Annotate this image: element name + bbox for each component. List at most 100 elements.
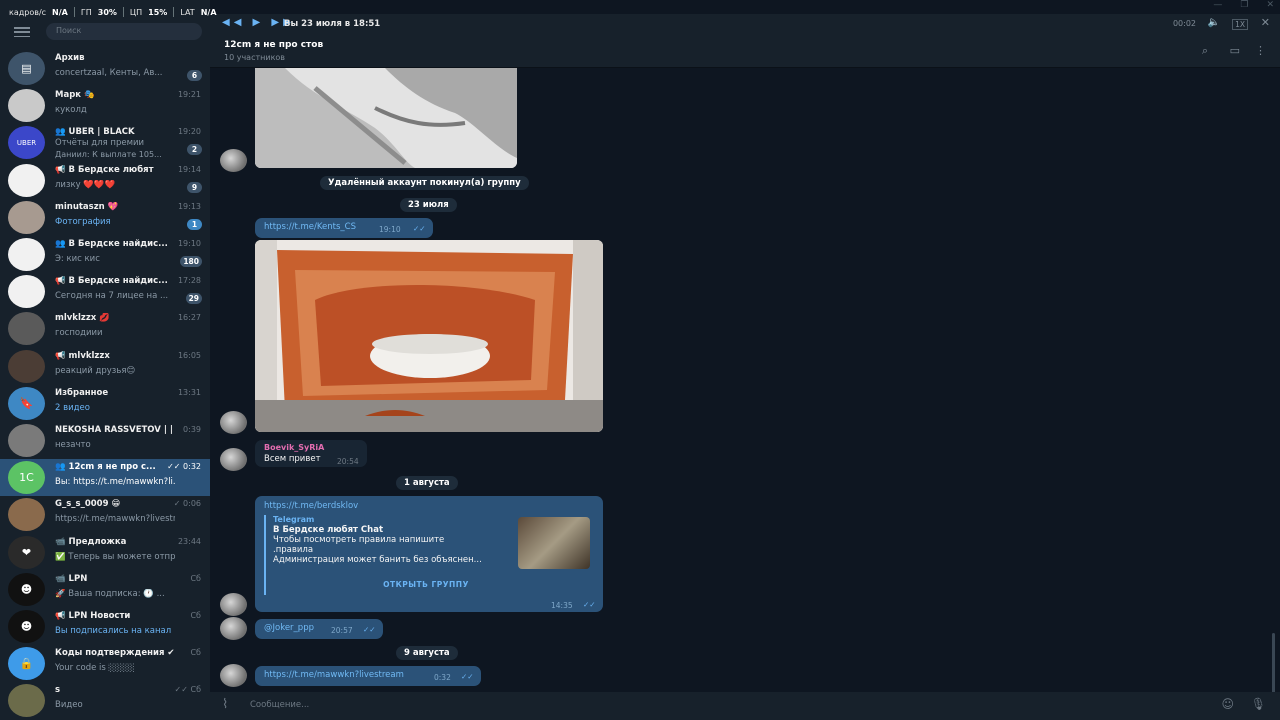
chat-preview: concertzaal, Кенты, Ав... <box>55 68 163 78</box>
link-preview-message[interactable]: https://t.me/berdsklov Telegram В Бердск… <box>255 496 603 612</box>
chat-list-item[interactable]: ❤ 📹 Предложка ✅ Теперь вы можете отпр... 23… <box>0 534 210 571</box>
speed-button[interactable]: 1X <box>1232 19 1248 30</box>
sidebar: Поиск ▤ Архив concertzaal, Кенты, Ав... 6 Ма… <box>0 0 210 720</box>
chat-preview: Сегодня на 7 лицее на ... <box>55 291 169 302</box>
search-icon[interactable]: ⌕ <box>1202 44 1208 58</box>
message-input[interactable]: Сообщение... <box>250 700 309 710</box>
chat-list-item[interactable]: ▤ Архив concertzaal, Кенты, Ав... 6 <box>0 50 210 87</box>
link-message[interactable]: https://t.me/mawwkn?livestream 0:32 ✓✓ <box>255 666 481 686</box>
chat-list-item[interactable]: Марк 🎭 куколд 19:21 <box>0 87 210 124</box>
chat-preview: Отчёты для премии <box>55 138 145 149</box>
read-check-icon: ✓✓ <box>413 224 426 233</box>
search-input[interactable]: Поиск <box>46 23 202 40</box>
chat-avatar: 🔖 <box>8 386 45 420</box>
chat-preview: реакций друзья😊 <box>55 365 136 376</box>
member-avatar[interactable] <box>220 149 247 172</box>
more-icon[interactable]: ⋮ <box>1255 44 1266 57</box>
cpu-label: ЦП <box>129 7 143 17</box>
sender-name[interactable]: Boevik_SyRiA <box>264 443 324 452</box>
chat-name: 📢 В Бердске найдис... <box>55 276 168 287</box>
chat-header[interactable]: 12cm я не про стов 10 участников ⌕ ▭ ⋮ <box>210 36 1280 68</box>
link-preview[interactable]: Telegram В Бердске любят Chat Чтобы посм… <box>264 515 590 595</box>
photo-message[interactable] <box>255 68 517 168</box>
divider <box>173 7 175 17</box>
menu-icon[interactable] <box>14 27 30 37</box>
chat-name: 👥 UBER | BLACK <box>55 127 135 138</box>
emoji-icon[interactable]: ☺ <box>1221 697 1234 711</box>
chat-time: ✓ 0:06 <box>173 499 201 509</box>
chat-name: mlvklzzx 💋 <box>55 313 110 324</box>
chat-preview: Вы: https://t.me/mawwkn?li... <box>55 477 175 488</box>
lat-label: LAT <box>180 7 195 17</box>
message-link[interactable]: https://t.me/Kents_CS <box>264 222 356 232</box>
chat-list-item[interactable]: 👥 В Бердске найдис... Э: кис кис 19:10 180 <box>0 236 210 273</box>
chat-avatar: 🔒 <box>8 647 45 681</box>
chat-list-item[interactable]: UBER 👥 UBER | BLACK Отчёты для премии Дании… <box>0 124 210 161</box>
message-link[interactable]: https://t.me/mawwkn?livestream <box>264 670 404 680</box>
minimize-icon[interactable]: — <box>1213 0 1222 14</box>
chat-list-item[interactable]: minutaszn 💖 Фотография 19:13 1 <box>0 199 210 236</box>
chat-avatar: ☻ <box>8 610 45 643</box>
mention-link[interactable]: @Joker_ppp <box>264 623 314 633</box>
chat-list-item[interactable]: 1C 👥 12cm я не про с... Вы: https://t.me/m… <box>0 459 210 497</box>
close-window-icon[interactable]: ✕ <box>1266 0 1274 14</box>
chat-list-item[interactable]: ☻ 📹 LPN 🚀 Ваша подписка: 🕐 ... Сб <box>0 571 210 608</box>
chat-list-item[interactable]: s Видео ✓✓ Сб <box>0 682 210 719</box>
sidebar-toggle-icon[interactable]: ▭ <box>1230 44 1240 57</box>
message-composer: ⌇ Сообщение... ☺ 🎙 <box>210 692 1280 720</box>
member-avatar[interactable] <box>220 593 247 616</box>
chat-list-item[interactable]: 📢 В Бердске любят лизку ❤️❤️❤️ 19:14 9 <box>0 162 210 199</box>
member-avatar[interactable] <box>220 448 247 471</box>
chat-list-item[interactable]: 🔒 Коды подтверждения ✔ Your code is ░░░░ Сб <box>0 645 210 682</box>
microphone-icon[interactable]: 🎙 <box>1251 697 1266 711</box>
chat-list-item[interactable]: 🔖 Избранное 2 видео 13:31 <box>0 385 210 422</box>
chat-list-item[interactable]: ☻ 📢 LPN Новости Вы подписались на канал Сб <box>0 608 210 645</box>
incoming-message[interactable]: Boevik_SyRiA Всем привет 20:54 <box>255 440 367 467</box>
chat-avatar <box>8 275 45 309</box>
message-text: Всем привет <box>264 454 321 464</box>
attach-icon[interactable]: ⌇ <box>222 697 228 712</box>
member-avatar[interactable] <box>220 411 247 434</box>
chat-name: 📹 Предложка <box>55 536 127 547</box>
cpu-value: 15% <box>148 7 168 17</box>
mention-message[interactable]: @Joker_ppp 20:57 ✓✓ <box>255 619 383 639</box>
open-group-button[interactable]: ОТКРЫТЬ ГРУППУ <box>266 580 586 589</box>
chat-avatar <box>8 312 45 346</box>
message-link[interactable]: https://t.me/berdsklov <box>264 501 358 511</box>
chat-name: 📢 LPN Новости <box>55 611 131 621</box>
unread-badge: 6 <box>187 70 202 81</box>
chat-name: Архив <box>55 53 85 63</box>
chat-name: 👥 12cm я не про с... <box>55 462 156 473</box>
chat-list-item[interactable]: mlvklzzx 💋 господиии 16:27 <box>0 310 210 347</box>
photo-message[interactable] <box>255 240 603 432</box>
divider <box>122 7 124 17</box>
chat-time: 17:28 <box>177 276 201 286</box>
message-time: 20:57 <box>331 626 353 635</box>
chat-avatar: ▤ <box>8 52 45 85</box>
photo-arms-image <box>255 68 517 168</box>
scrollbar[interactable] <box>1272 633 1275 692</box>
lat-value: N/A <box>200 7 217 17</box>
audio-player-bar: ◀◀ ▶ ▶▶ Вы 23 июля в 18:51 00:02 🔈 1X ✕ <box>210 14 1280 36</box>
member-avatar[interactable] <box>220 664 247 687</box>
chat-list-item[interactable]: G_s_s_0009 😁 https://t.me/mawwkn?livestr.… <box>0 496 210 533</box>
chat-preview: лизку ❤️❤️❤️ <box>55 179 116 190</box>
chat-list-item[interactable]: 📢 В Бердске найдис... Сегодня на 7 лицее … <box>0 273 210 310</box>
chat-list-item[interactable]: NEKOSHA RASSVETOV | | ... незачто 0:39 <box>0 422 210 459</box>
chat-preview: 🚀 Ваша подписка: 🕐 ... <box>55 588 165 599</box>
chat-time: 0:39 <box>183 425 201 434</box>
member-avatar[interactable] <box>220 617 247 640</box>
player-duration: 00:02 <box>1172 19 1196 28</box>
chat-time: 23:44 <box>177 536 201 546</box>
read-check-icon: ✓✓ <box>363 625 376 634</box>
close-player-icon[interactable]: ✕ <box>1261 16 1270 29</box>
chat-name: Избранное <box>55 387 109 398</box>
chat-name: 📢 В Бердске любят <box>55 164 154 175</box>
chat-time: 19:13 <box>177 201 201 211</box>
link-message[interactable]: https://t.me/Kents_CS 19:10 ✓✓ <box>255 218 433 238</box>
volume-icon[interactable]: 🔈 <box>1208 17 1220 28</box>
maximize-icon[interactable]: ❐ <box>1240 0 1248 14</box>
chat-preview: ✅ Теперь вы можете отпр... <box>55 551 175 562</box>
chat-list-item[interactable]: 📢 mlvklzzx реакций друзья😊 16:05 <box>0 348 210 385</box>
chat-preview: куколд <box>55 105 87 116</box>
